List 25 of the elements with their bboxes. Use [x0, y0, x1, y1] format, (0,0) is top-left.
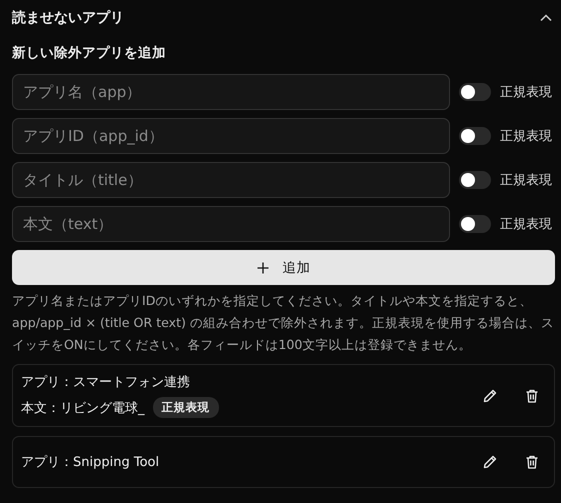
input-field[interactable]: アプリ名（app）: [12, 74, 450, 110]
toggle-switch[interactable]: [459, 83, 491, 101]
switch-label: 正規表現: [500, 172, 552, 189]
rule-text: アプリ：スマートフォン連携: [21, 374, 190, 391]
input-field[interactable]: 本文（text）: [12, 206, 450, 242]
toggle-switch[interactable]: [459, 171, 491, 189]
toggle-switch[interactable]: [459, 127, 491, 145]
input-field[interactable]: タイトル（title）: [12, 162, 450, 198]
form-title: 新しい除外アプリを追加: [12, 44, 167, 62]
rule-text: アプリ：Snipping Tool: [21, 454, 160, 471]
switch-label: 正規表現: [500, 128, 552, 145]
toggle-switch[interactable]: [459, 215, 491, 233]
edit-icon[interactable]: [482, 388, 498, 404]
regex-badge: 正規表現: [152, 397, 218, 418]
section-title: 読ませないアプリ: [12, 9, 124, 27]
trash-icon[interactable]: [524, 454, 540, 470]
edit-icon[interactable]: [482, 454, 498, 470]
switch-label: 正規表現: [500, 216, 552, 233]
plus-icon: [256, 262, 268, 274]
help-text: アプリ名またはアプリIDのいずれかを指定してください。タイトルや本文を指定すると、app/app_id × (title OR text) の組み合わせで除外されます。正規表現を使用する場合は、スイッチをONにしてください。各フィールドは100文字以上は登録できません。: [12, 292, 555, 354]
trash-icon[interactable]: [524, 388, 540, 404]
rule-text: 本文：リビング電球_: [21, 400, 144, 416]
add-button[interactable]: 追加: [12, 250, 555, 285]
switch-label: 正規表現: [500, 84, 552, 101]
input-field[interactable]: アプリID（app_id）: [12, 118, 450, 154]
